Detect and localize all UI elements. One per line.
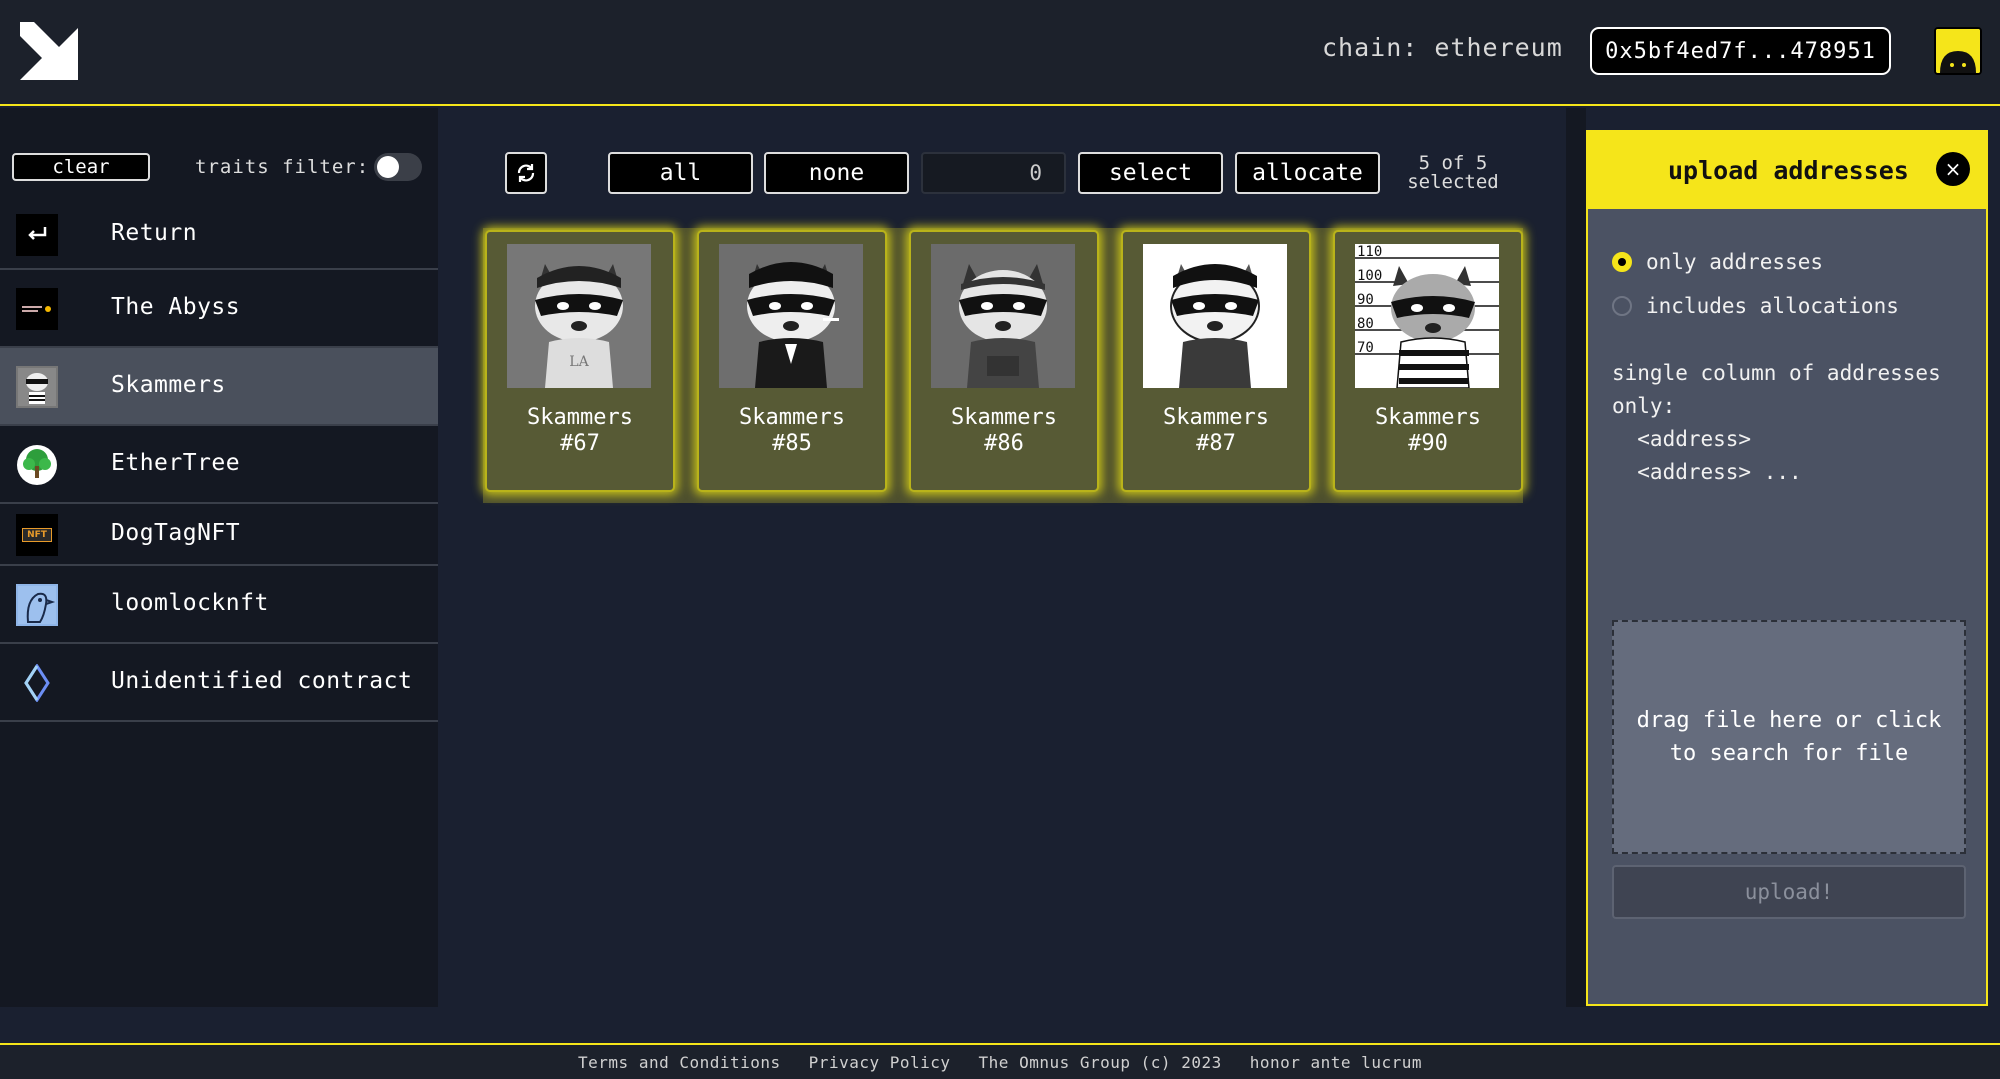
collection-name: Unidentified contract (111, 668, 413, 694)
file-dropzone[interactable]: drag file here or click to search for fi… (1612, 620, 1966, 854)
nft-card[interactable]: 110 100 90 80 70 Skammers #90 (1333, 230, 1523, 492)
sidebar-item-unidentified-contract[interactable]: Unidentified contract (0, 644, 438, 722)
nft-image: 110 100 90 80 70 (1355, 244, 1499, 388)
bird-icon (16, 584, 58, 626)
sidebar-item-dogtagnft[interactable]: NFT DogTagNFT (0, 504, 438, 566)
wallet-address-button[interactable]: 0x5bf4ed7f...478951 (1590, 27, 1891, 75)
collection-name: Skammers (111, 372, 226, 398)
sidebar-item-loomlocknft[interactable]: loomlocknft (0, 566, 438, 644)
select-all-button[interactable]: all (608, 152, 753, 194)
nft-gallery: all none 0 select allocate 5 of 5 select… (438, 108, 1566, 1007)
refresh-button[interactable] (505, 152, 547, 194)
nft-id: #67 (560, 431, 600, 456)
select-none-button[interactable]: none (764, 152, 909, 194)
collection-name: EtherTree (111, 450, 241, 476)
privacy-link[interactable]: Privacy Policy (809, 1053, 951, 1072)
upload-panel-title: upload addresses (1668, 156, 1909, 185)
user-avatar[interactable] (1934, 27, 1982, 75)
upload-button[interactable]: upload! (1612, 865, 1966, 919)
nft-card[interactable]: Skammers #85 (697, 230, 887, 492)
radio-button-checked[interactable] (1612, 252, 1632, 272)
sidebar-item-ethertree[interactable]: EtherTree (0, 426, 438, 504)
copyright-text: The Omnus Group (c) 2023 (978, 1052, 1222, 1072)
ethereum-icon (16, 662, 58, 704)
chain-indicator: chain: ethereum (1322, 33, 1563, 62)
selection-count: 5 of 5 selected (1398, 154, 1508, 192)
format-help-text: single column of addresses only: <addres… (1612, 361, 1941, 484)
nft-id: #87 (1196, 431, 1236, 456)
collection-name: Return (111, 220, 198, 246)
clear-button[interactable]: clear (12, 153, 150, 181)
radio-button[interactable] (1612, 296, 1632, 316)
traits-filter-label: traits filter: (195, 156, 370, 178)
abyss-logo (16, 288, 58, 330)
toggle-knob (377, 156, 399, 178)
nft-image (719, 244, 863, 388)
upload-addresses-panel: upload addresses × only addresses includ… (1586, 130, 1988, 1006)
omnus-logo[interactable] (20, 22, 78, 80)
svg-text:100: 100 (1357, 268, 1382, 284)
app-footer: Terms and Conditions Privacy Policy The … (0, 1043, 2000, 1079)
nft-name: Skammers (739, 405, 845, 430)
traits-filter-toggle[interactable] (374, 153, 422, 181)
terms-link[interactable]: Terms and Conditions (578, 1053, 781, 1072)
nft-image: LA (507, 244, 651, 388)
nft-name: Skammers (1163, 405, 1269, 430)
nft-card[interactable]: LA Skammers #67 (485, 230, 675, 492)
svg-text:90: 90 (1357, 292, 1374, 308)
refresh-icon (517, 164, 535, 182)
select-button[interactable]: select (1078, 152, 1223, 194)
selection-count-line2: selected (1407, 171, 1499, 193)
svg-text:80: 80 (1357, 316, 1374, 332)
nft-image (1143, 244, 1287, 388)
dropzone-text: drag file here or click to search for fi… (1636, 708, 1942, 766)
nft-card[interactable]: Skammers #86 (909, 230, 1099, 492)
nft-name: Skammers (527, 405, 633, 430)
tree-icon (16, 444, 58, 486)
upload-panel-header: upload addresses × (1588, 132, 1986, 209)
option-label: includes allocations (1646, 294, 1899, 318)
collection-name: DogTagNFT (111, 520, 241, 546)
svg-text:70: 70 (1357, 340, 1374, 356)
svg-text:LA: LA (569, 354, 589, 370)
nft-id: #85 (772, 431, 812, 456)
svg-text:110: 110 (1357, 244, 1382, 260)
nft-image (931, 244, 1075, 388)
nft-name: Skammers (951, 405, 1057, 430)
collection-name: loomlocknft (111, 590, 269, 616)
quantity-input[interactable]: 0 (921, 152, 1066, 194)
nft-id: #90 (1408, 431, 1448, 456)
nft-card[interactable]: Skammers #87 (1121, 230, 1311, 492)
avatar-icon (1936, 29, 1980, 73)
return-icon (16, 214, 58, 256)
sidebar-item-return[interactable]: Return (0, 200, 438, 270)
option-includes-allocations[interactable]: includes allocations (1612, 294, 1899, 318)
collection-sidebar: clear traits filter: Return The Abyss Sk… (0, 108, 438, 1007)
app-header: chain: ethereum 0x5bf4ed7f...478951 (0, 0, 2000, 106)
sidebar-item-skammers[interactable]: Skammers (0, 348, 438, 426)
motto-text: honor ante lucrum (1249, 1052, 1422, 1072)
nft-name: Skammers (1375, 405, 1481, 430)
skammers-avatar (16, 366, 58, 408)
nft-tag-icon: NFT (16, 514, 58, 556)
nft-id: #86 (984, 431, 1024, 456)
option-label: only addresses (1646, 250, 1824, 274)
sidebar-item-the-abyss[interactable]: The Abyss (0, 270, 438, 348)
allocate-button[interactable]: allocate (1235, 152, 1380, 194)
panel-gutter (1566, 108, 1586, 1007)
option-only-addresses[interactable]: only addresses (1612, 250, 1823, 274)
collection-name: The Abyss (111, 294, 241, 320)
close-icon[interactable]: × (1936, 152, 1970, 186)
